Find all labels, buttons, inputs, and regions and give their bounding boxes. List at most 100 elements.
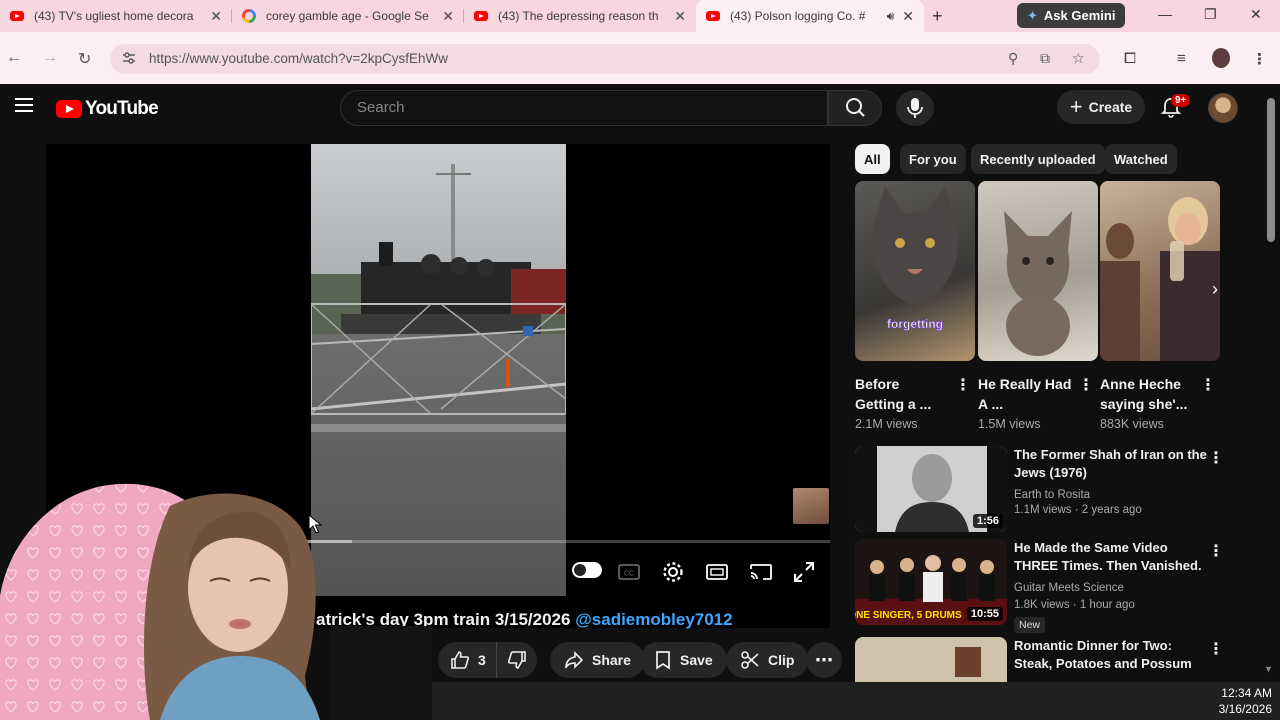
svg-text:CC: CC <box>624 571 634 578</box>
share-arrow-icon <box>565 651 584 669</box>
video-more-icon[interactable]: ⋮ <box>1208 448 1224 468</box>
close-tab-icon[interactable]: ✕ <box>210 8 222 25</box>
youtube-play-icon <box>56 100 82 118</box>
like-button[interactable]: 3 <box>438 642 496 678</box>
site-settings-icon[interactable] <box>122 51 136 65</box>
related-video[interactable]: 1:56 The Former Shah of Iran on the Jews… <box>855 446 1225 538</box>
short-card[interactable]: forgetting Before Getting a ... 2.1M vie… <box>855 181 975 431</box>
restore-icon[interactable]: ❐ <box>1204 6 1217 23</box>
page-scrollbar[interactable] <box>1267 98 1275 242</box>
browser-tab[interactable]: (43) TV's ugliest home decora ✕ <box>0 0 232 32</box>
video-title[interactable]: He Made the Same Video THREE Times. Then… <box>1014 539 1209 575</box>
dislike-button[interactable] <box>495 642 537 678</box>
chip-recently-uploaded[interactable]: Recently uploaded <box>971 144 1105 174</box>
close-tab-icon[interactable]: ✕ <box>442 8 454 25</box>
short-more-icon[interactable]: ⋮ <box>1200 375 1216 395</box>
new-badge: New <box>1014 617 1046 633</box>
short-card[interactable]: He Really Had A ... 1.5M views ⋮ <box>978 181 1098 431</box>
search-button[interactable] <box>828 90 882 126</box>
search-icon <box>846 98 865 117</box>
video-title[interactable]: The Former Shah of Iran on the Jews (197… <box>1014 446 1209 482</box>
create-button[interactable]: + Create <box>1057 90 1145 124</box>
clip-button[interactable]: Clip <box>726 642 809 678</box>
browser-tab-active[interactable]: (43) Polson logging Co. # 🔊︎ ✕ <box>696 0 924 32</box>
youtube-logo[interactable]: YouTube <box>56 98 159 120</box>
scroll-down-arrow-icon[interactable]: ▼ <box>1264 664 1273 674</box>
video-duration: 1:56 <box>972 514 1003 528</box>
video-thumbnail[interactable] <box>855 637 1007 682</box>
channel-name[interactable]: Guitar Meets Science <box>1014 582 1124 594</box>
chip-for-you[interactable]: For you <box>900 144 966 174</box>
bookmark-star-icon[interactable]: ☆ <box>1072 50 1085 67</box>
video-more-icon[interactable]: ⋮ <box>1208 639 1224 659</box>
interview-thumbnail-image <box>1100 197 1220 361</box>
short-thumbnail[interactable] <box>978 181 1098 361</box>
install-app-icon[interactable]: ⧉ <box>1040 50 1050 67</box>
short-thumbnail[interactable] <box>1100 181 1220 361</box>
save-button[interactable]: Save <box>640 642 727 678</box>
settings-gear-icon[interactable] <box>661 560 685 584</box>
short-title[interactable]: Anne Heche saying she'... <box>1100 374 1195 414</box>
scissors-icon <box>741 651 759 669</box>
save-label: Save <box>680 652 713 668</box>
video-thumbnail[interactable]: 1:56 <box>855 446 1007 532</box>
video-more-icon[interactable]: ⋮ <box>1208 541 1224 561</box>
back-arrow-icon[interactable]: ← <box>6 49 22 67</box>
voice-search-button[interactable] <box>896 90 934 126</box>
chip-watched[interactable]: Watched <box>1105 144 1177 174</box>
share-button[interactable]: Share <box>550 642 645 678</box>
theater-mode-icon[interactable] <box>705 560 729 584</box>
reload-icon[interactable]: ↻ <box>78 49 91 69</box>
short-views: 2.1M views <box>855 417 918 431</box>
address-bar[interactable]: https://www.youtube.com/watch?v=2kpCysfE… <box>110 44 1100 74</box>
taskbar-clock[interactable]: 12:34 AM 3/16/2026 <box>1219 685 1272 717</box>
browser-tab[interactable]: (43) The depressing reason th ✕ <box>464 0 696 32</box>
shorts-next-chevron-icon[interactable]: › <box>1202 276 1228 302</box>
channel-name[interactable]: Earth to Rosita <box>1014 489 1090 501</box>
ask-gemini-button[interactable]: ✦ Ask Gemini <box>1017 3 1125 28</box>
browser-tab[interactable]: corey gamble age - Google Se ✕ <box>232 0 464 32</box>
cast-icon[interactable] <box>749 560 773 584</box>
chrome-menu-icon[interactable]: ⋮ <box>1252 50 1267 68</box>
related-video[interactable]: ONE SINGER, 5 DRUMS 10:55 He Made the Sa… <box>855 539 1225 633</box>
extensions-icon[interactable]: ⧠ <box>1124 50 1136 67</box>
short-more-icon[interactable]: ⋮ <box>1078 375 1094 395</box>
short-title[interactable]: He Really Had A ... <box>978 374 1073 414</box>
video-thumbnail[interactable]: ONE SINGER, 5 DRUMS 10:55 <box>855 539 1007 625</box>
video-title[interactable]: Romantic Dinner for Two: Steak, Potatoes… <box>1014 637 1209 673</box>
webcam-person-image <box>0 483 432 720</box>
clock-date: 3/16/2026 <box>1218 702 1272 716</box>
short-thumbnail[interactable]: forgetting <box>855 181 975 361</box>
windows-taskbar: 12:34 AM 3/16/2026 <box>432 682 1280 720</box>
notification-badge: 9+ <box>1171 94 1191 107</box>
short-more-icon[interactable]: ⋮ <box>955 375 971 395</box>
close-tab-icon[interactable]: ✕ <box>674 8 686 25</box>
close-window-icon[interactable]: ✕ <box>1250 6 1262 23</box>
channel-watermark[interactable] <box>793 488 829 524</box>
autoplay-toggle[interactable] <box>572 562 602 578</box>
short-card[interactable]: Anne Heche saying she'... 883K views ⋮ <box>1100 181 1220 431</box>
forward-arrow-icon[interactable]: → <box>42 49 58 67</box>
minimize-icon[interactable]: — <box>1158 6 1172 22</box>
new-tab-button[interactable]: + <box>932 6 943 27</box>
chip-all[interactable]: All <box>855 144 890 174</box>
short-views: 1.5M views <box>978 417 1041 431</box>
account-avatar[interactable] <box>1208 93 1238 123</box>
like-count: 3 <box>478 652 486 668</box>
speaker-icon[interactable]: 🔊︎ <box>887 9 895 24</box>
tab-title: corey gamble age - Google Se <box>266 9 429 23</box>
youtube-favicon-icon <box>706 11 720 21</box>
captions-icon[interactable]: CC <box>617 560 641 584</box>
fullscreen-icon[interactable] <box>792 560 816 584</box>
close-tab-icon[interactable]: ✕ <box>902 8 914 25</box>
short-title[interactable]: Before Getting a ... <box>855 374 950 414</box>
related-video[interactable]: Romantic Dinner for Two: Steak, Potatoes… <box>855 637 1225 682</box>
menu-icon[interactable] <box>15 98 33 112</box>
zoom-icon[interactable]: ⚲ <box>1008 50 1018 67</box>
channel-handle-link[interactable]: @sadiemobley7012 <box>575 610 732 629</box>
search-box <box>340 90 828 126</box>
media-control-icon[interactable]: ≡ <box>1177 50 1186 67</box>
search-input[interactable] <box>357 99 807 116</box>
more-actions-icon[interactable]: ⋯ <box>806 642 842 678</box>
profile-avatar-icon[interactable] <box>1212 48 1230 68</box>
